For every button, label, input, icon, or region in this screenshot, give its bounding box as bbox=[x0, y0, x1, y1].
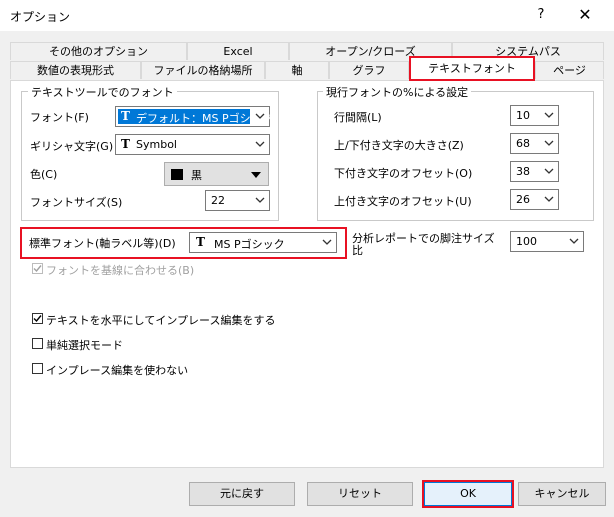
sub-offset-value: 38 bbox=[516, 165, 530, 178]
font-size-value: 22 bbox=[211, 194, 225, 207]
standard-font-label: 標準フォント(軸ラベル等)(D) bbox=[29, 237, 176, 250]
chevron-down-icon bbox=[569, 238, 579, 244]
no-inplace-checkbox[interactable] bbox=[32, 363, 43, 374]
footnote-ratio-value: 100 bbox=[516, 235, 537, 248]
tab-axis[interactable]: 軸 bbox=[265, 61, 329, 79]
sup-sub-size-combo[interactable]: 68 bbox=[510, 133, 559, 154]
text-tool-group-title: テキストツールでのフォント bbox=[28, 84, 177, 100]
ok-button-highlight bbox=[422, 480, 514, 508]
chevron-down-icon bbox=[255, 141, 265, 147]
reset-button[interactable]: リセット bbox=[307, 482, 413, 506]
greek-combo[interactable]: T Symbol bbox=[115, 134, 270, 155]
chevron-down-icon bbox=[544, 112, 554, 118]
window-title: オプション bbox=[10, 10, 71, 24]
sub-offset-combo[interactable]: 38 bbox=[510, 161, 559, 182]
color-label: 色(C) bbox=[30, 168, 58, 181]
font-size-label: フォントサイズ(S) bbox=[30, 196, 123, 209]
tab-excel[interactable]: Excel bbox=[187, 42, 289, 60]
cancel-button[interactable]: キャンセル bbox=[518, 482, 606, 506]
font-combo[interactable]: T デフォルト：MS Pゴシック bbox=[115, 106, 273, 127]
footnote-ratio-label: 分析レポートでの脚注サイズ比 bbox=[352, 232, 495, 257]
revert-button[interactable]: 元に戻す bbox=[189, 482, 295, 506]
tab-graph[interactable]: グラフ bbox=[329, 61, 409, 79]
title-bar bbox=[0, 0, 614, 31]
chevron-down-icon bbox=[255, 197, 265, 203]
greek-value: Symbol bbox=[136, 138, 177, 151]
percent-group-title: 現行フォントの%による設定 bbox=[323, 84, 472, 100]
truetype-icon: T bbox=[196, 235, 205, 249]
chevron-down-icon bbox=[322, 239, 332, 245]
font-value: デフォルト：MS Pゴシック bbox=[136, 112, 273, 125]
font-size-combo[interactable]: 22 bbox=[205, 190, 270, 211]
color-picker-button[interactable]: 黒 bbox=[164, 162, 269, 186]
checkmark-icon bbox=[33, 265, 42, 273]
caret-down-icon bbox=[251, 172, 261, 178]
no-inplace-label: インプレース編集を使わない bbox=[46, 364, 189, 377]
help-button[interactable]: ? bbox=[531, 5, 551, 25]
single-select-label: 単純選択モード bbox=[46, 339, 123, 352]
tab-file-locations[interactable]: ファイルの格納場所 bbox=[141, 61, 265, 79]
chevron-down-icon bbox=[544, 168, 554, 174]
color-value: 黒 bbox=[191, 169, 202, 182]
chevron-down-icon bbox=[544, 196, 554, 202]
footnote-ratio-combo[interactable]: 100 bbox=[510, 231, 584, 252]
line-spacing-value: 10 bbox=[516, 109, 530, 122]
greek-label: ギリシャ文字(G) bbox=[30, 140, 114, 153]
sub-offset-label: 下付き文字のオフセット(O) bbox=[334, 167, 473, 180]
standard-font-combo[interactable]: T MS Pゴシック bbox=[189, 232, 337, 253]
sup-sub-size-value: 68 bbox=[516, 137, 530, 150]
tab-other-options[interactable]: その他のオプション bbox=[10, 42, 187, 60]
chevron-down-icon bbox=[544, 140, 554, 146]
truetype-icon: T bbox=[121, 137, 130, 151]
baseline-checkbox[interactable] bbox=[32, 263, 43, 274]
standard-font-value: MS Pゴシック bbox=[214, 238, 285, 251]
tab-number-format[interactable]: 数値の表現形式 bbox=[10, 61, 141, 79]
truetype-icon: T bbox=[121, 109, 130, 123]
chevron-down-icon bbox=[255, 113, 265, 119]
line-spacing-combo[interactable]: 10 bbox=[510, 105, 559, 126]
sup-offset-label: 上付き文字のオフセット(U) bbox=[334, 195, 472, 208]
sup-offset-value: 26 bbox=[516, 193, 530, 206]
tab-page[interactable]: ページ bbox=[535, 61, 604, 79]
font-label: フォント(F) bbox=[30, 111, 89, 124]
sup-sub-size-label: 上/下付き文字の大きさ(Z) bbox=[334, 139, 464, 152]
horizontal-inplace-checkbox[interactable] bbox=[32, 313, 43, 324]
tab-text-font[interactable]: テキストフォント bbox=[409, 56, 535, 81]
single-select-checkbox[interactable] bbox=[32, 338, 43, 349]
sup-offset-combo[interactable]: 26 bbox=[510, 189, 559, 210]
checkmark-icon bbox=[33, 315, 42, 323]
close-button[interactable]: ✕ bbox=[574, 4, 596, 26]
baseline-checkbox-label: フォントを基線に合わせる(B) bbox=[46, 264, 195, 277]
horizontal-inplace-label: テキストを水平にしてインプレース編集をする bbox=[46, 314, 276, 327]
color-swatch bbox=[171, 169, 183, 180]
line-spacing-label: 行間隔(L) bbox=[334, 111, 382, 124]
